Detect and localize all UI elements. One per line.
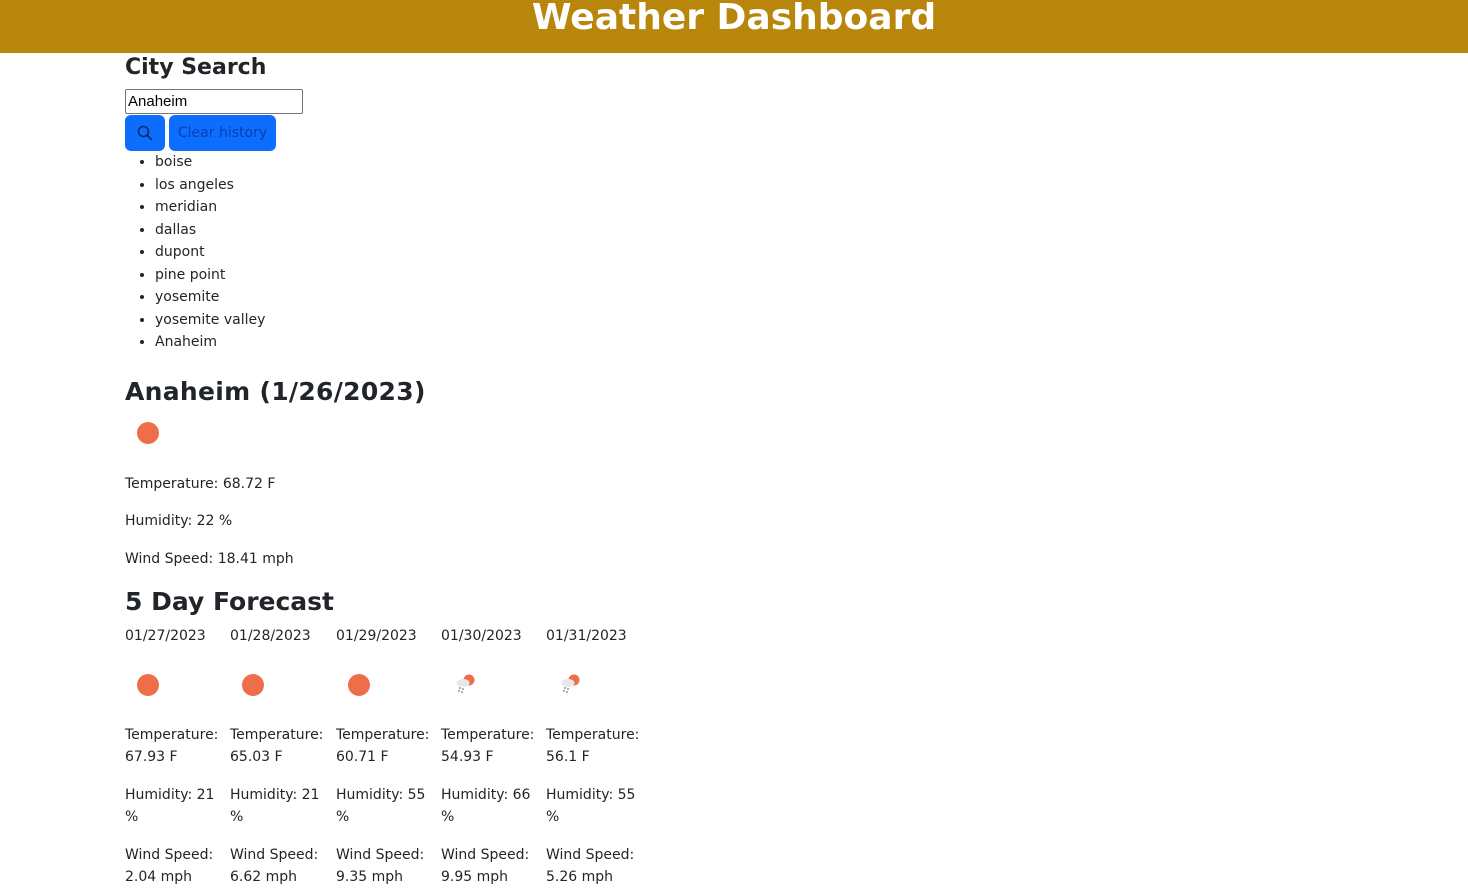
- forecast-humidity: Humidity: 55 %: [546, 787, 636, 825]
- forecast-date: 01/29/2023: [336, 628, 417, 644]
- history-item-anaheim[interactable]: Anaheim: [155, 331, 265, 354]
- history-item-meridian[interactable]: meridian: [155, 196, 265, 219]
- forecast-temperature: Temperature: 54.93 F: [441, 727, 535, 765]
- forecast-date: 01/27/2023: [125, 628, 206, 644]
- forecast-date: 01/28/2023: [230, 628, 311, 644]
- forecast-wind-speed: Wind Speed: 2.04 mph: [125, 847, 214, 885]
- search-icon: [137, 125, 153, 141]
- forecast-date: 01/30/2023: [441, 628, 522, 644]
- city-search-title: City Search: [125, 55, 267, 80]
- history-item-boise[interactable]: boise: [155, 151, 265, 174]
- current-humidity: Humidity: 22 %: [125, 513, 233, 529]
- forecast-temperature: Temperature: 65.03 F: [230, 727, 324, 765]
- forecast-humidity: Humidity: 21 %: [125, 787, 215, 825]
- forecast-humidity: Humidity: 66 %: [441, 787, 531, 825]
- current-temperature: Temperature: 68.72 F: [125, 476, 276, 492]
- history-item-dallas[interactable]: dallas: [155, 219, 265, 242]
- forecast-humidity: Humidity: 55 %: [336, 787, 426, 825]
- sun-icon: [137, 422, 159, 444]
- history-item-pine-point[interactable]: pine point: [155, 264, 265, 287]
- forecast-wind-speed: Wind Speed: 5.26 mph: [546, 847, 635, 885]
- clear-history-button[interactable]: Clear history: [169, 115, 276, 151]
- history-item-los-angeles[interactable]: los angeles: [155, 174, 265, 197]
- history-item-yosemite-valley[interactable]: yosemite valley: [155, 309, 265, 332]
- sun-icon: [137, 674, 159, 696]
- current-weather-title: Anaheim (1/26/2023): [125, 377, 426, 406]
- forecast-humidity: Humidity: 21 %: [230, 787, 320, 825]
- forecast-temperature: Temperature: 60.71 F: [336, 727, 430, 765]
- search-history-list: boise los angeles meridian dallas dupont…: [125, 151, 265, 354]
- sun-icon: [242, 674, 264, 696]
- rain-sun-icon: [456, 674, 475, 693]
- forecast-temperature: Temperature: 67.93 F: [125, 727, 219, 765]
- city-search-input[interactable]: [125, 89, 303, 114]
- history-item-dupont[interactable]: dupont: [155, 241, 265, 264]
- search-button[interactable]: [125, 115, 165, 151]
- forecast-title: 5 Day Forecast: [125, 587, 334, 616]
- sun-icon: [348, 674, 370, 696]
- forecast-date: 01/31/2023: [546, 628, 627, 644]
- forecast-wind-speed: Wind Speed: 6.62 mph: [230, 847, 319, 885]
- page-title: Weather Dashboard: [531, 0, 937, 38]
- history-item-yosemite[interactable]: yosemite: [155, 286, 265, 309]
- forecast-wind-speed: Wind Speed: 9.35 mph: [336, 847, 425, 885]
- forecast-wind-speed: Wind Speed: 9.95 mph: [441, 847, 530, 885]
- forecast-temperature: Temperature: 56.1 F: [546, 727, 640, 765]
- rain-sun-icon: [561, 674, 580, 693]
- current-wind-speed: Wind Speed: 18.41 mph: [125, 551, 294, 567]
- header-bar: Weather Dashboard: [0, 0, 1468, 53]
